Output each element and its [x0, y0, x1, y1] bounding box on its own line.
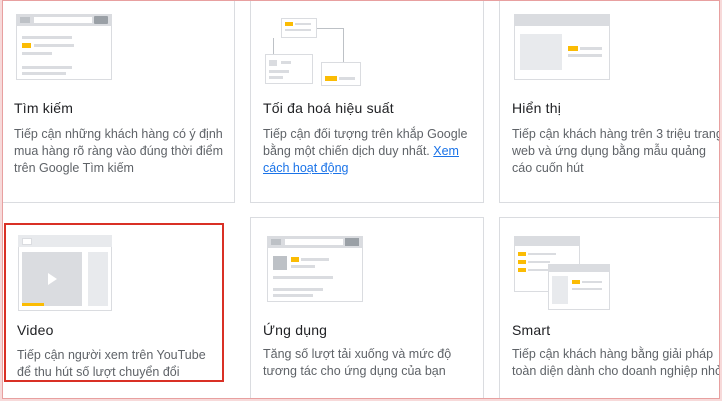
search-icon — [94, 16, 108, 24]
card-title: Tối đa hoá hiệu suất — [263, 100, 394, 116]
card-display[interactable]: Hiển thị Tiếp cận khách hàng trên 3 triệ… — [499, 1, 720, 203]
card-smart[interactable]: Smart Tiếp cận khách hàng bằng giải pháp… — [499, 217, 720, 398]
card-description: Tiếp cận khách hàng trên 3 triệu trang w… — [512, 127, 720, 175]
card-description: Tiếp cận những khách hàng có ý định mua … — [14, 127, 224, 175]
search-illustration — [16, 14, 112, 80]
smart-illustration — [514, 236, 610, 310]
download-icon — [273, 256, 287, 270]
card-video[interactable]: Video Tiếp cận người xem trên YouTube để… — [4, 223, 224, 382]
card-title: Video — [17, 322, 54, 338]
card-description: Tiếp cận khách hàng bằng giải pháp toàn … — [512, 347, 720, 378]
card-performance-max[interactable]: Tối đa hoá hiệu suất Tiếp cận đối tượng … — [250, 1, 484, 203]
display-illustration — [514, 14, 610, 80]
card-title: Ứng dụng — [263, 322, 328, 338]
card-app[interactable]: Ứng dụng Tăng số lượt tải xuống và mức đ… — [250, 217, 484, 398]
card-title: Smart — [512, 322, 551, 338]
card-title: Hiển thị — [512, 100, 562, 116]
app-illustration — [267, 236, 363, 302]
card-search[interactable]: Tìm kiếm Tiếp cận những khách hàng có ý … — [3, 1, 235, 203]
play-icon — [48, 273, 57, 285]
card-description: Tiếp cận người xem trên YouTube để thu h… — [17, 348, 206, 379]
card-description: Tăng số lượt tải xuống và mức độ tương t… — [263, 347, 452, 378]
video-illustration — [18, 235, 112, 311]
card-description: Tiếp cận đối tượng trên khắp Google bằng… — [263, 126, 475, 177]
card-title: Tìm kiếm — [14, 100, 74, 116]
campaign-type-picker: Tìm kiếm Tiếp cận những khách hàng có ý … — [2, 0, 720, 399]
performance-max-illustration — [265, 18, 361, 86]
